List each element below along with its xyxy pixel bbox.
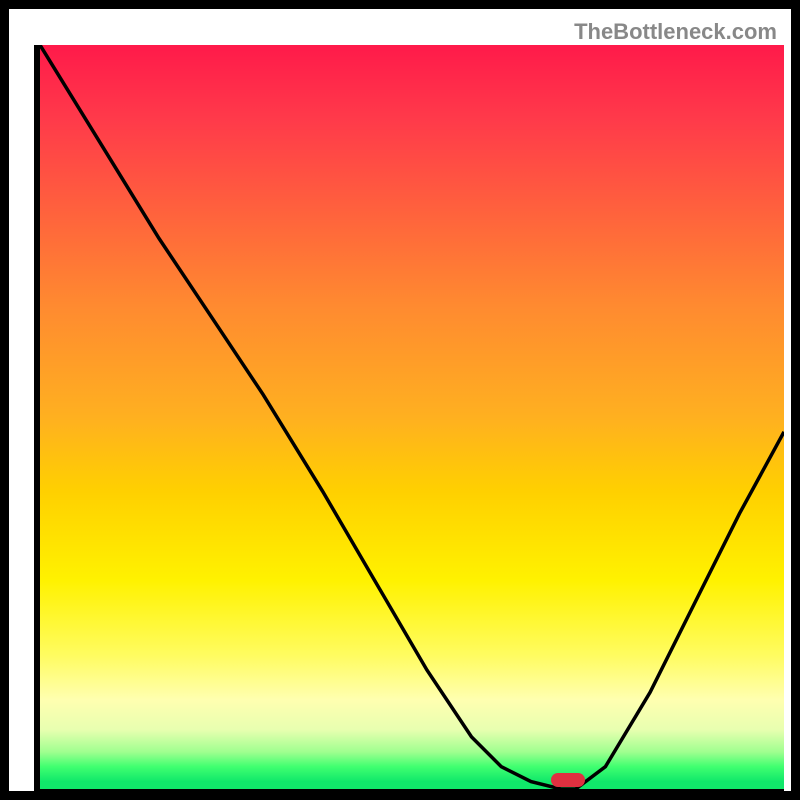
bottleneck-curve xyxy=(40,45,784,789)
watermark-text: TheBottleneck.com xyxy=(574,19,777,45)
curve-svg xyxy=(40,45,784,789)
optimal-marker xyxy=(551,773,585,787)
chart-frame: TheBottleneck.com xyxy=(9,9,791,791)
plot-area xyxy=(34,45,784,795)
